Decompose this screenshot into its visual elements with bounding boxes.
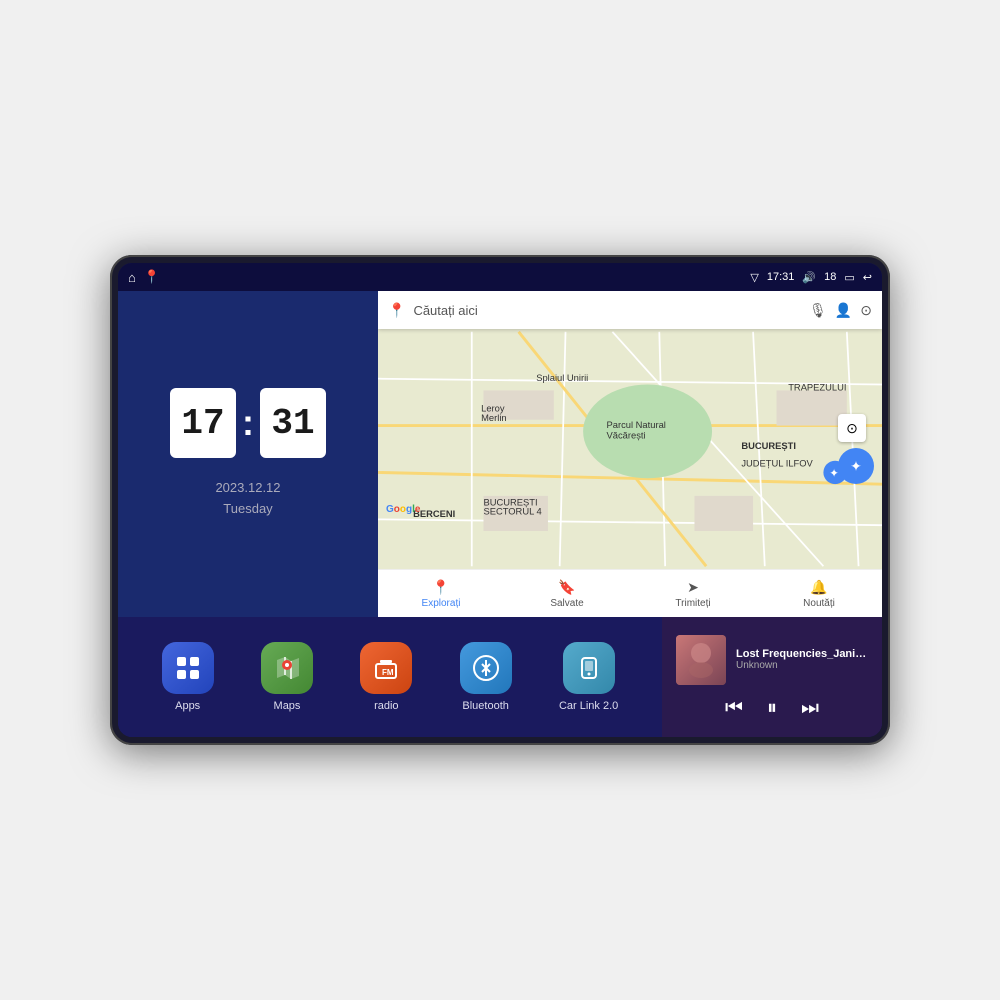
explore-icon: 📍 xyxy=(432,579,449,596)
google-logo: Google xyxy=(386,504,420,515)
map-tab-saved[interactable]: 🔖 Salvate xyxy=(504,579,630,609)
bottom-row: Apps Maps xyxy=(118,617,882,737)
clock-panel: 17 : 31 2023.12.12 Tuesday xyxy=(118,291,378,617)
radio-label: radio xyxy=(374,700,398,712)
news-label: Noutăți xyxy=(803,598,835,609)
app-icon-radio[interactable]: FM radio xyxy=(360,642,412,712)
saved-label: Salvate xyxy=(550,598,583,609)
map-navigate-btn[interactable]: ✦ xyxy=(838,448,874,484)
svg-text:Splaiul Unirii: Splaiul Unirii xyxy=(536,373,588,383)
account-icon[interactable]: 👤 xyxy=(835,302,852,319)
map-tab-news[interactable]: 🔔 Noutăți xyxy=(756,579,882,609)
status-right-info: ▽ 17:31 🔊 18 ▭ ↩ xyxy=(750,271,872,284)
news-icon: 🔔 xyxy=(810,579,827,596)
svg-text:JUDEȚUL ILFOV: JUDEȚUL ILFOV xyxy=(741,459,813,469)
bluetooth-label: Bluetooth xyxy=(462,700,508,712)
maps-status-icon[interactable]: 📍 xyxy=(144,269,160,285)
svg-text:BUCUREȘTI: BUCUREȘTI xyxy=(741,441,796,451)
svg-text:SECTORUL 4: SECTORUL 4 xyxy=(483,507,541,517)
back-icon[interactable]: ↩ xyxy=(863,271,872,284)
map-search-input[interactable]: Căutați aici xyxy=(413,303,801,318)
app-icon-carlink[interactable]: Car Link 2.0 xyxy=(559,642,618,712)
map-tab-explore[interactable]: 📍 Explorați xyxy=(378,579,504,609)
voice-search-icon[interactable]: 🎙 xyxy=(809,302,827,319)
device-frame: ⌂ 📍 ▽ 17:31 🔊 18 ▭ ↩ 17 : xyxy=(110,255,890,745)
music-title: Lost Frequencies_Janieck Devy-... xyxy=(736,648,868,660)
clock-minute: 31 xyxy=(260,388,326,458)
apps-icon xyxy=(162,642,214,694)
music-text: Lost Frequencies_Janieck Devy-... Unknow… xyxy=(736,648,868,671)
app-icon-apps[interactable]: Apps xyxy=(162,642,214,712)
radio-icon: FM xyxy=(360,642,412,694)
map-tab-share[interactable]: ➤ Trimiteți xyxy=(630,579,756,609)
album-art-image xyxy=(676,635,726,685)
music-controls: ⏮ ⏸ ⏭ xyxy=(676,697,868,720)
clock-hour: 17 xyxy=(170,388,236,458)
clock-date: 2023.12.12 Tuesday xyxy=(215,478,280,520)
app-icon-maps[interactable]: Maps xyxy=(261,642,313,712)
play-pause-button[interactable]: ⏸ xyxy=(767,697,777,720)
svg-text:TRAPEZULUI: TRAPEZULUI xyxy=(788,382,846,392)
screen: ⌂ 📍 ▽ 17:31 🔊 18 ▭ ↩ 17 : xyxy=(118,263,882,737)
album-art xyxy=(676,635,726,685)
carlink-icon xyxy=(563,642,615,694)
home-icon[interactable]: ⌂ xyxy=(128,270,136,285)
map-bottom-bar: 📍 Explorați 🔖 Salvate ➤ Trimiteți 🔔 xyxy=(378,569,882,617)
google-maps-icon: 📍 xyxy=(388,302,405,319)
svg-text:Merlin: Merlin xyxy=(481,413,506,423)
map-panel: 📍 Căutați aici 🎙 👤 ⊙ xyxy=(378,291,882,617)
share-label: Trimiteți xyxy=(675,598,710,609)
music-panel: Lost Frequencies_Janieck Devy-... Unknow… xyxy=(662,617,882,737)
layers-icon[interactable]: ⊙ xyxy=(860,302,872,319)
explore-label: Explorați xyxy=(422,598,461,609)
bluetooth-icon xyxy=(460,642,512,694)
share-icon: ➤ xyxy=(687,579,699,596)
svg-text:Parcul Natural: Parcul Natural xyxy=(607,420,666,430)
app-icons-area: Apps Maps xyxy=(118,617,662,737)
map-locate-btn[interactable]: ⊙ xyxy=(838,414,866,442)
carlink-label: Car Link 2.0 xyxy=(559,700,618,712)
status-bar: ⌂ 📍 ▽ 17:31 🔊 18 ▭ ↩ xyxy=(118,263,882,291)
maps-icon-img xyxy=(261,642,313,694)
maps-label: Maps xyxy=(274,700,301,712)
svg-text:Văcărești: Văcărești xyxy=(607,430,646,440)
map-search-bar: 📍 Căutați aici 🎙 👤 ⊙ xyxy=(378,291,882,329)
next-button[interactable]: ⏭ xyxy=(801,697,819,720)
clock-colon: : xyxy=(242,402,254,444)
saved-icon: 🔖 xyxy=(558,579,575,596)
music-artist: Unknown xyxy=(736,660,868,671)
battery-icon: ▭ xyxy=(844,271,854,284)
map-controls: ⊙ ✦ xyxy=(838,414,874,484)
clock-display: 17 : 31 xyxy=(170,388,326,458)
status-left-icons: ⌂ 📍 xyxy=(128,269,160,285)
svg-text:FM: FM xyxy=(382,668,394,677)
status-time: 17:31 xyxy=(767,271,795,283)
battery-level: 18 xyxy=(824,271,836,283)
top-row: 17 : 31 2023.12.12 Tuesday 📍 Căutați aic… xyxy=(118,291,882,617)
prev-button[interactable]: ⏮ xyxy=(725,697,743,720)
main-content: 17 : 31 2023.12.12 Tuesday 📍 Căutați aic… xyxy=(118,291,882,737)
volume-icon: 🔊 xyxy=(802,271,816,284)
apps-label: Apps xyxy=(175,700,200,712)
map-search-actions: 🎙 👤 ⊙ xyxy=(809,302,872,319)
app-icon-bluetooth[interactable]: Bluetooth xyxy=(460,642,512,712)
music-info: Lost Frequencies_Janieck Devy-... Unknow… xyxy=(676,635,868,685)
map-area[interactable]: Parcul Natural Văcărești BUCUREȘTI JUDEȚ… xyxy=(378,329,882,569)
location-icon: ▽ xyxy=(750,271,758,284)
